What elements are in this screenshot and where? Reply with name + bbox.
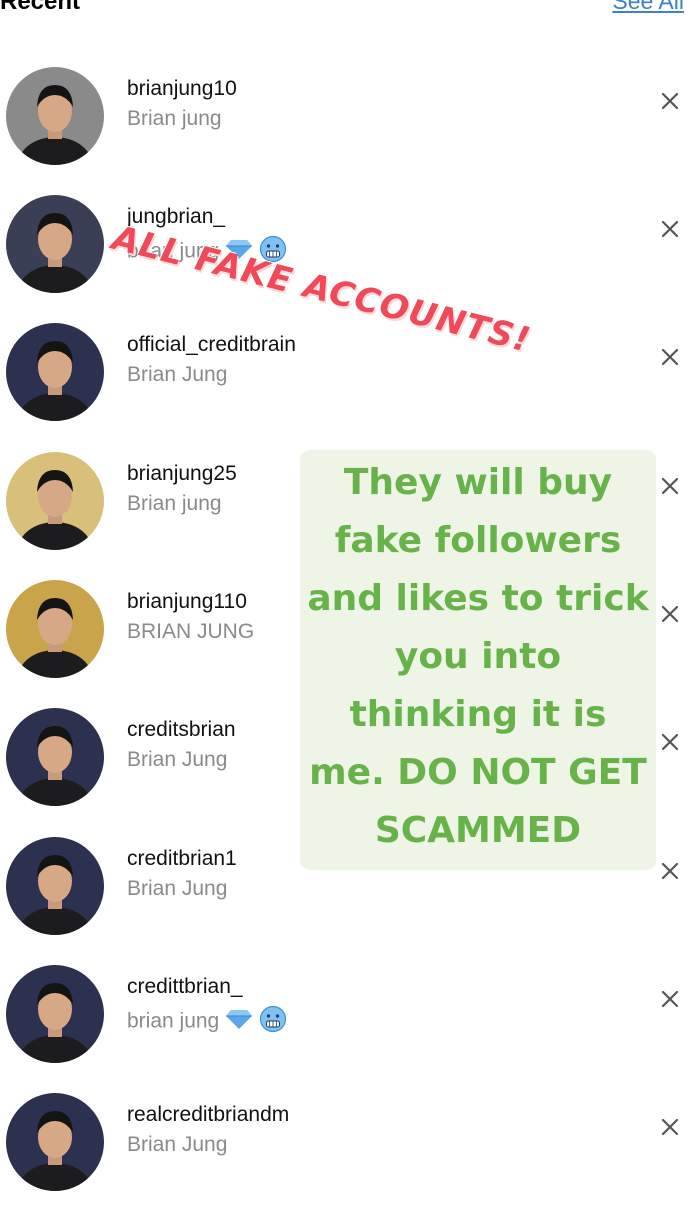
account-username: creditbrian1: [127, 847, 237, 870]
diamond-icon: [225, 1008, 253, 1036]
recent-header: Recent See All: [0, 0, 690, 28]
avatar[interactable]: [6, 195, 104, 293]
account-username: brianjung110: [127, 590, 247, 613]
close-icon[interactable]: [658, 859, 682, 883]
cold-face-icon: [259, 1005, 287, 1039]
account-full-name: Brian jung: [127, 107, 222, 131]
account-username: credittbrian_: [127, 975, 243, 998]
close-icon[interactable]: [658, 217, 682, 241]
account-full-name: Brian Jung: [127, 363, 227, 387]
account-full-name-text: Brian Jung: [127, 363, 228, 386]
account-full-name: Brian jung: [127, 492, 222, 516]
close-icon[interactable]: [658, 89, 682, 113]
account-full-name-text: Brian Jung: [127, 748, 228, 771]
scam-warning-note: They will buy fake followers and likes t…: [300, 450, 656, 870]
avatar[interactable]: [6, 452, 104, 550]
avatar[interactable]: [6, 1093, 104, 1191]
account-full-name-text: brian jung: [127, 1009, 220, 1033]
account-username: realcreditbriandm: [127, 1103, 290, 1126]
see-all-link[interactable]: See All: [612, 0, 684, 15]
account-full-name-text: Brian Jung: [127, 877, 228, 900]
account-full-name: BRIAN JUNG: [127, 620, 254, 644]
account-full-name-text: Brian jung: [127, 107, 222, 130]
avatar[interactable]: [6, 837, 104, 935]
account-username: creditsbrian: [127, 718, 236, 741]
account-full-name: Brian Jung: [127, 1133, 227, 1157]
account-full-name: Brian Jung: [127, 877, 227, 901]
avatar[interactable]: [6, 580, 104, 678]
avatar[interactable]: [6, 67, 104, 165]
close-icon[interactable]: [658, 602, 682, 626]
avatar[interactable]: [6, 708, 104, 806]
section-title: Recent: [0, 0, 81, 15]
account-username: brianjung10: [127, 77, 237, 100]
account-username: official_creditbrain: [127, 333, 296, 356]
close-icon[interactable]: [658, 1115, 682, 1139]
avatar[interactable]: [6, 323, 104, 421]
account-row[interactable]: realcreditbriandm Brian Jung: [0, 1093, 690, 1221]
close-icon[interactable]: [658, 345, 682, 369]
account-username: brianjung25: [127, 462, 237, 485]
account-full-name-text: Brian jung: [127, 492, 222, 515]
account-full-name: brian jung: [127, 1005, 287, 1039]
close-icon[interactable]: [658, 730, 682, 754]
close-icon[interactable]: [658, 987, 682, 1011]
account-row[interactable]: credittbrian_brian jung: [0, 965, 690, 1093]
close-icon[interactable]: [658, 474, 682, 498]
avatar[interactable]: [6, 965, 104, 1063]
account-row[interactable]: brianjung10 Brian jung: [0, 67, 690, 195]
account-full-name-text: BRIAN JUNG: [127, 620, 255, 643]
account-full-name-text: Brian Jung: [127, 1133, 228, 1156]
account-full-name: Brian Jung: [127, 748, 227, 772]
